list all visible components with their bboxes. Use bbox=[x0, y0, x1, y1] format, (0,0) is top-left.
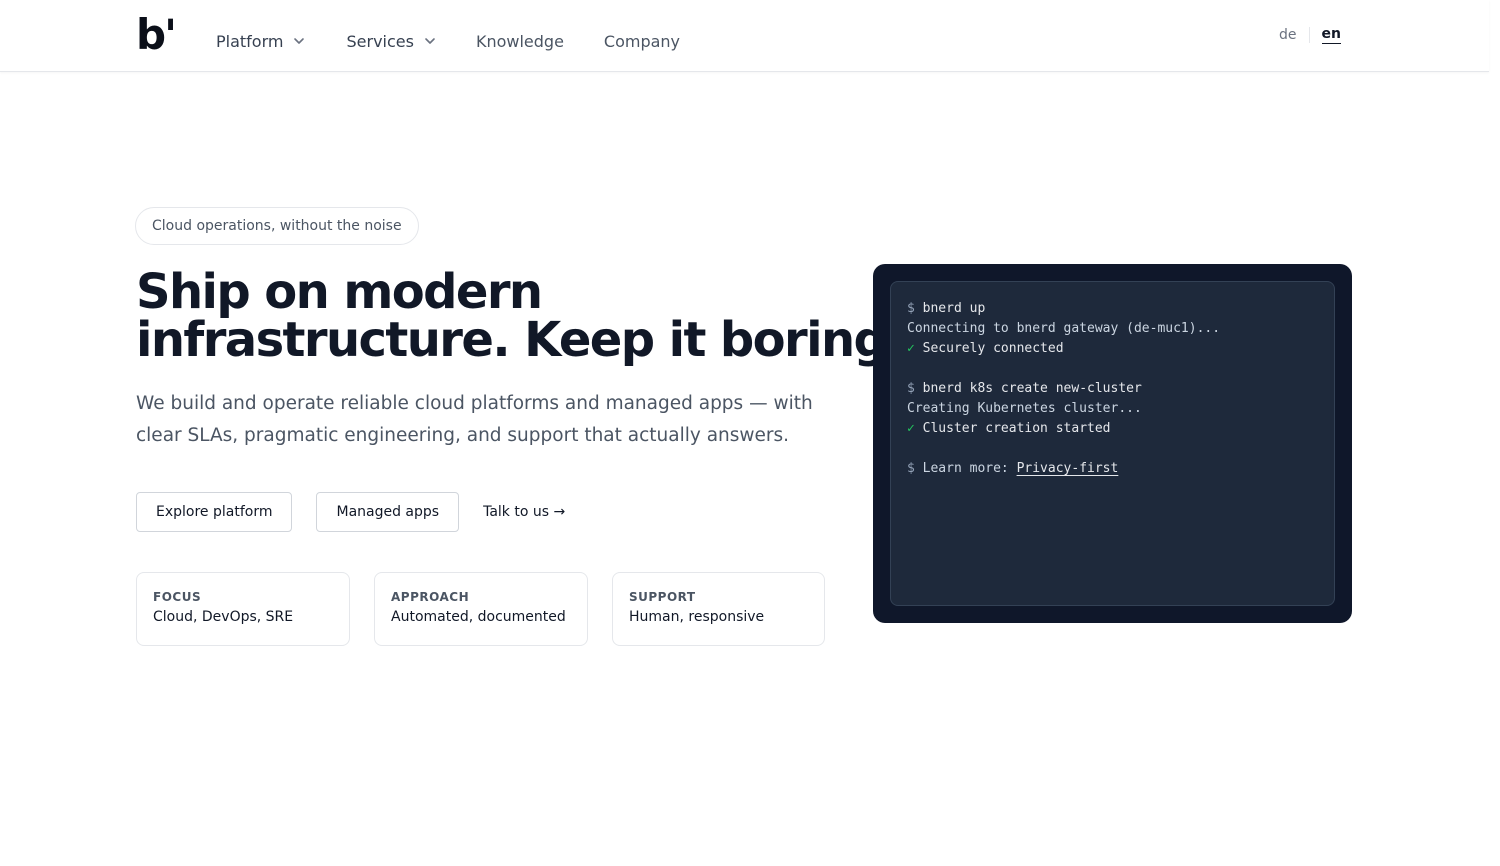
chevron-down-icon bbox=[425, 38, 435, 44]
chevron-down-icon bbox=[294, 38, 305, 44]
nav-item-label: Company bbox=[603, 31, 681, 51]
terminal-panel: $ bnerd up Connecting to bnerd gateway (… bbox=[890, 281, 1335, 606]
terminal-command-line: $ bnerd up bbox=[907, 299, 1318, 319]
terminal-success-text: Cluster creation started bbox=[922, 421, 1111, 436]
feature-card-focus: FOCUS Cloud, DevOps, SRE bbox=[136, 572, 350, 646]
managed-apps-button[interactable]: Managed apps bbox=[316, 492, 460, 532]
terminal-success-line: ✓ Cluster creation started bbox=[907, 419, 1318, 439]
terminal-spacer bbox=[907, 359, 1318, 379]
talk-to-us-link[interactable]: Talk to us → bbox=[483, 504, 565, 520]
terminal-success-line: ✓ Securely connected bbox=[907, 339, 1318, 359]
terminal-command: bnerd k8s create new-cluster bbox=[922, 381, 1142, 396]
language-option-en[interactable]: en bbox=[1321, 26, 1341, 44]
terminal-command: bnerd up bbox=[922, 301, 986, 316]
feature-card-key: FOCUS bbox=[153, 590, 202, 604]
feature-card-support: SUPPORT Human, responsive bbox=[612, 572, 825, 646]
nav-item-services[interactable]: Services bbox=[346, 32, 435, 51]
nav-item-platform[interactable]: Platform bbox=[216, 32, 305, 51]
site-header: b' Platform Services Knowledge Company d… bbox=[0, 0, 1489, 72]
terminal-command-line: $ bnerd k8s create new-cluster bbox=[907, 379, 1318, 399]
feature-card-value: Human, responsive bbox=[629, 609, 765, 625]
nav-item-knowledge[interactable]: Knowledge bbox=[476, 32, 564, 51]
check-icon: ✓ bbox=[907, 421, 915, 436]
hero-headline-line: Ship on modern bbox=[136, 264, 543, 320]
brand-logo[interactable]: b' bbox=[136, 14, 177, 56]
terminal-spacer bbox=[907, 439, 1318, 459]
terminal-window: $ bnerd up Connecting to bnerd gateway (… bbox=[873, 264, 1352, 623]
check-icon: ✓ bbox=[907, 341, 915, 356]
terminal-learn-prefix: Learn more: bbox=[922, 461, 1009, 476]
terminal-output-line: Creating Kubernetes cluster... bbox=[907, 401, 1142, 416]
hero-actions: Explore platform Managed apps Talk to us… bbox=[136, 492, 565, 532]
feature-card-key: SUPPORT bbox=[629, 590, 696, 604]
language-switcher: de en bbox=[1279, 26, 1341, 44]
nav-item-label: Services bbox=[346, 31, 414, 51]
terminal-prompt: $ bbox=[907, 381, 915, 396]
privacy-first-link[interactable]: Privacy-first bbox=[1017, 461, 1119, 476]
nav-item-company[interactable]: Company bbox=[604, 32, 680, 51]
nav-item-label: Platform bbox=[216, 31, 284, 51]
hero-headline: Ship on modern infrastructure. Keep it b… bbox=[136, 264, 905, 368]
main-nav: Platform Services Knowledge Company bbox=[216, 28, 680, 54]
hero-feature-cards: FOCUS Cloud, DevOps, SRE APPROACH Automa… bbox=[136, 572, 825, 646]
hero-eyebrow-badge: Cloud operations, without the noise bbox=[135, 207, 419, 245]
terminal-prompt: $ bbox=[907, 301, 915, 316]
explore-platform-button[interactable]: Explore platform bbox=[136, 492, 293, 532]
hero-headline-line: infrastructure. Keep it boring. bbox=[136, 312, 905, 368]
feature-card-approach: APPROACH Automated, documented bbox=[374, 572, 588, 646]
feature-card-value: Cloud, DevOps, SRE bbox=[153, 609, 294, 625]
terminal-success-text: Securely connected bbox=[922, 341, 1064, 356]
feature-card-value: Automated, documented bbox=[391, 609, 566, 625]
feature-card-key: APPROACH bbox=[391, 590, 470, 604]
nav-item-label: Knowledge bbox=[475, 31, 564, 51]
terminal-prompt: $ bbox=[907, 461, 915, 476]
terminal-learn-more-line: $ Learn more: Privacy-first bbox=[907, 459, 1318, 479]
terminal-output-line: Connecting to bnerd gateway (de-muc1)... bbox=[907, 321, 1221, 336]
language-option-de[interactable]: de bbox=[1279, 27, 1297, 43]
language-divider bbox=[1308, 27, 1310, 43]
hero-lead: We build and operate reliable cloud plat… bbox=[136, 393, 813, 446]
